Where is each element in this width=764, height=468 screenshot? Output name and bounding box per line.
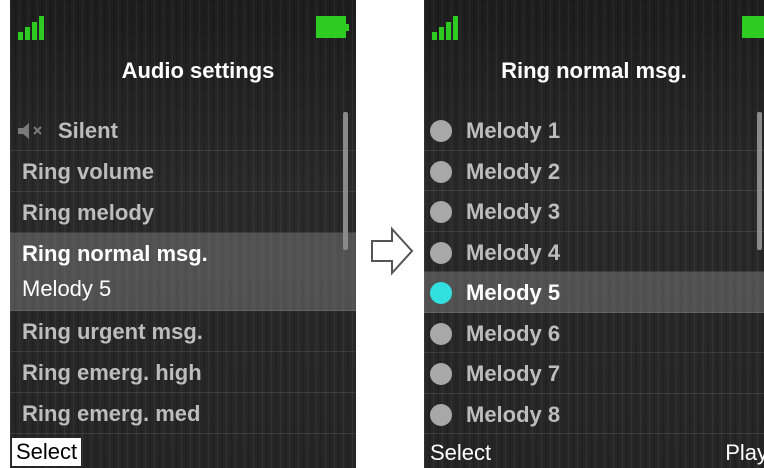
radio-button-icon (430, 160, 452, 183)
melody-label: Melody 6 (466, 320, 561, 346)
softkey-bar: Select Play (424, 434, 764, 468)
radio-button-icon (430, 363, 452, 385)
menu-item-silent[interactable]: Silent (10, 110, 356, 151)
softkey-bar: Select (10, 434, 356, 468)
melody-option-selected[interactable]: Melody 5 (424, 272, 764, 313)
arrow-right-icon (371, 226, 414, 276)
menu-item-ring-emerg-high[interactable]: Ring emerg. high (10, 352, 356, 393)
melody-option[interactable]: Melody 4 (424, 232, 764, 272)
melody-option[interactable]: Melody 1 (424, 110, 764, 151)
battery-icon (316, 16, 349, 38)
radio-button-icon (430, 403, 452, 426)
melody-label: Melody 2 (466, 158, 561, 184)
menu-item-label: Silent (58, 118, 118, 143)
mute-icon (18, 123, 42, 139)
menu-item-label: Ring volume (22, 159, 155, 184)
melody-option[interactable]: Melody 3 (424, 191, 764, 232)
settings-menu: Silent Ring volume Ring melody Ring norm… (10, 110, 356, 434)
radio-button-selected-icon (430, 282, 452, 304)
signal-strength-icon (432, 16, 466, 40)
menu-item-ring-melody[interactable]: Ring melody (10, 192, 356, 233)
radio-button-icon (430, 241, 452, 264)
melody-list: Melody 1 Melody 2 Melody 3 Melody 4 Melo… (424, 110, 764, 434)
radio-button-icon (430, 120, 452, 142)
melody-label: Melody 4 (466, 239, 561, 265)
page-title: Audio settings (121, 58, 275, 83)
menu-item-label: Ring emerg. med (22, 401, 201, 426)
play-softkey[interactable]: Play (725, 440, 764, 466)
ring-normal-msg-screen: Ring normal msg. Melody 1 Melody 2 Melod… (424, 0, 764, 468)
melody-label: Melody 5 (466, 280, 561, 305)
menu-item-label: Ring melody (22, 200, 155, 225)
radio-button-icon (430, 322, 452, 345)
menu-item-ring-normal-msg[interactable]: Ring normal msg. Melody 5 (10, 233, 356, 311)
radio-button-icon (430, 201, 452, 223)
menu-item-ring-emerg-med[interactable]: Ring emerg. med (10, 393, 356, 434)
menu-item-label: Ring emerg. high (22, 360, 202, 385)
melody-label: Melody 7 (466, 361, 561, 386)
menu-item-ring-urgent-msg[interactable]: Ring urgent msg. (10, 311, 356, 352)
audio-settings-screen: Audio settings Silent Ring volume Ring m… (10, 0, 356, 468)
select-softkey[interactable]: Select (430, 440, 491, 466)
menu-item-label: Ring normal msg. (22, 241, 208, 266)
scrollbar[interactable] (343, 112, 348, 250)
melody-option[interactable]: Melody 7 (424, 353, 764, 394)
menu-item-ring-volume[interactable]: Ring volume (10, 151, 356, 192)
melody-option[interactable]: Melody 2 (424, 151, 764, 191)
scrollbar[interactable] (757, 112, 762, 250)
melody-option[interactable]: Melody 8 (424, 394, 764, 434)
battery-icon (742, 16, 764, 38)
melody-label: Melody 3 (466, 199, 561, 224)
menu-item-label: Ring urgent msg. (22, 319, 203, 344)
menu-item-value: Melody 5 (22, 276, 112, 301)
melody-option[interactable]: Melody 6 (424, 313, 764, 353)
melody-label: Melody 1 (466, 118, 561, 143)
page-title: Ring normal msg. (501, 58, 687, 83)
melody-label: Melody 8 (466, 401, 561, 427)
select-softkey[interactable]: Select (12, 438, 82, 466)
signal-strength-icon (18, 16, 52, 40)
